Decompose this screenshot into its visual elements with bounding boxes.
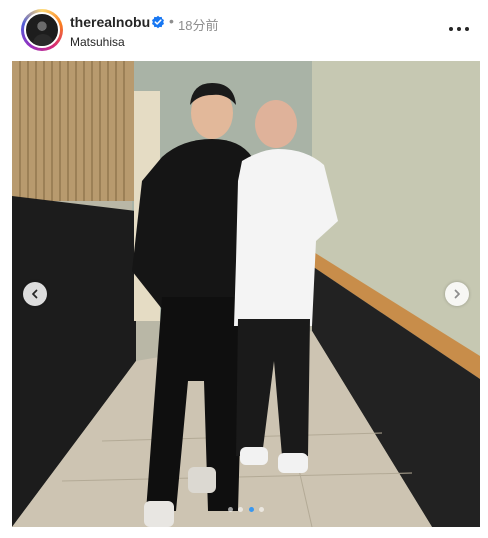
post-timestamp[interactable]: 18分前 (178, 15, 218, 34)
chevron-right-icon (454, 289, 460, 299)
more-options-icon[interactable] (449, 19, 469, 39)
post-location[interactable]: Matsuhisa (70, 35, 125, 49)
post-header: therealnobu • 18分前 Matsuhisa (0, 0, 488, 58)
post-photo[interactable] (12, 61, 480, 527)
next-slide-button[interactable] (445, 282, 469, 306)
chevron-left-icon (32, 289, 38, 299)
carousel-indicator (228, 507, 264, 513)
carousel-dot (238, 507, 244, 512)
carousel-dot (228, 507, 233, 512)
photo-illustration (12, 61, 480, 527)
verified-badge-icon (152, 15, 164, 29)
carousel-dot (248, 507, 254, 512)
previous-slide-button[interactable] (23, 282, 47, 306)
carousel-dot (258, 507, 264, 512)
avatar[interactable] (24, 12, 60, 48)
username[interactable]: therealnobu (70, 14, 150, 30)
separator-dot: • (169, 13, 174, 29)
